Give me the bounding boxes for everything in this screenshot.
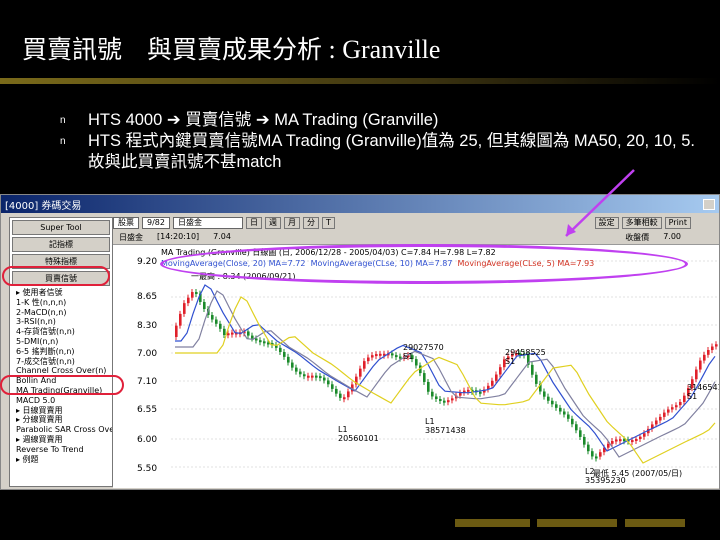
callout-arrow-icon bbox=[565, 169, 635, 237]
footer-decoration bbox=[537, 519, 617, 527]
footer-decoration bbox=[455, 519, 530, 527]
footer-decoration bbox=[625, 519, 685, 527]
